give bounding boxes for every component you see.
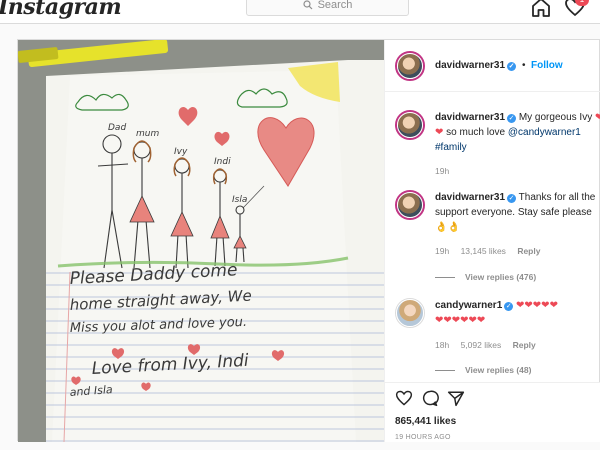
author-username[interactable]: davidwarner31 ✓	[435, 60, 517, 71]
comment-item: candywarner1 ✓ ❤❤❤❤❤ ❤❤❤❤❤❤ 18h 5,092 lik…	[395, 298, 600, 378]
top-nav-bar: Instagram Search 1	[0, 0, 600, 24]
replies-divider	[435, 277, 455, 279]
search-input[interactable]: Search	[246, 0, 409, 16]
view-replies-button[interactable]: View replies (476)	[435, 270, 536, 285]
comment-avatar[interactable]	[395, 190, 425, 220]
caption-text-2: so much love	[446, 127, 506, 138]
like-heart-icon[interactable]	[395, 389, 413, 407]
search-icon	[302, 0, 312, 10]
post-header: davidwarner31 ✓ • Follow	[385, 40, 600, 92]
search-placeholder: Search	[317, 0, 353, 11]
reply-button[interactable]: Reply	[517, 246, 540, 256]
verified-badge-icon: ✓	[507, 62, 517, 71]
instagram-logo[interactable]: Instagram	[0, 0, 122, 20]
caption-mention[interactable]: @candywarner1	[508, 127, 581, 138]
label-isla: Isla	[232, 195, 247, 205]
comment-meta: 19h 13,145 likes Reply	[435, 244, 549, 259]
post-actions: 865,441 likes 19 HOURS AGO	[385, 382, 600, 442]
label-ivy: Ivy	[174, 147, 188, 157]
share-paper-plane-icon[interactable]	[447, 389, 465, 407]
verified-badge-icon: ✓	[507, 114, 517, 123]
caption-body: davidwarner31 ✓ My gorgeous Ivy ❤❤ so muc…	[435, 110, 600, 155]
likes-count[interactable]: 865,441 likes	[395, 416, 456, 427]
comment-meta: 18h 5,092 likes Reply	[435, 338, 545, 353]
caption-avatar[interactable]	[395, 110, 425, 140]
caption: davidwarner31 ✓ My gorgeous Ivy ❤❤ so muc…	[395, 110, 600, 180]
comment-time: 19h	[435, 246, 450, 256]
separator-dot: •	[522, 60, 526, 71]
caption-hashtag[interactable]: #family	[435, 142, 467, 153]
caption-username[interactable]: davidwarner31	[435, 112, 505, 123]
label-dad: Dad	[108, 123, 126, 133]
comment-body: candywarner1 ✓ ❤❤❤❤❤ ❤❤❤❤❤❤	[435, 298, 600, 328]
drawing-photo: Dad mum Ivy Indi Isla Please Daddy come …	[18, 40, 384, 442]
caption-text-1: My gorgeous Ivy	[518, 112, 593, 123]
comment-avatar[interactable]	[395, 298, 425, 328]
verified-badge-icon: ✓	[504, 302, 514, 311]
notification-badge: 1	[575, 0, 589, 6]
comment-hearts-2: ❤❤❤❤❤❤	[435, 315, 486, 326]
author-avatar[interactable]	[395, 51, 425, 81]
comment-username[interactable]: candywarner1	[435, 300, 502, 311]
post-sidebar: davidwarner31 ✓ • Follow davidwarner31 ✓ M…	[384, 40, 600, 442]
comment-username[interactable]: davidwarner31	[435, 192, 505, 203]
home-icon[interactable]	[530, 0, 552, 18]
comment-likes[interactable]: 13,145 likes	[461, 246, 506, 256]
follow-button[interactable]: Follow	[531, 60, 563, 71]
comment-bubble-icon[interactable]	[421, 389, 439, 407]
comment-time: 18h	[435, 340, 450, 350]
label-indi: Indi	[214, 157, 231, 167]
view-replies-button[interactable]: View replies (48)	[435, 363, 531, 378]
post-card: Dad mum Ivy Indi Isla Please Daddy come …	[17, 39, 600, 442]
post-timestamp[interactable]: 19 HOURS AGO	[395, 434, 451, 441]
comment-likes[interactable]: 5,092 likes	[461, 340, 502, 350]
verified-badge-icon: ✓	[507, 194, 517, 203]
caption-time: 19h	[435, 166, 450, 176]
comment-body: davidwarner31 ✓ Thanks for all the suppor…	[435, 190, 600, 235]
replies-divider	[435, 370, 455, 372]
reply-button[interactable]: Reply	[513, 340, 536, 350]
comment-hearts-1: ❤❤❤❤❤	[516, 300, 558, 311]
post-image[interactable]: Dad mum Ivy Indi Isla Please Daddy come …	[18, 40, 384, 442]
comment-item: davidwarner31 ✓ Thanks for all the suppor…	[395, 190, 600, 290]
label-mum: mum	[136, 129, 159, 139]
